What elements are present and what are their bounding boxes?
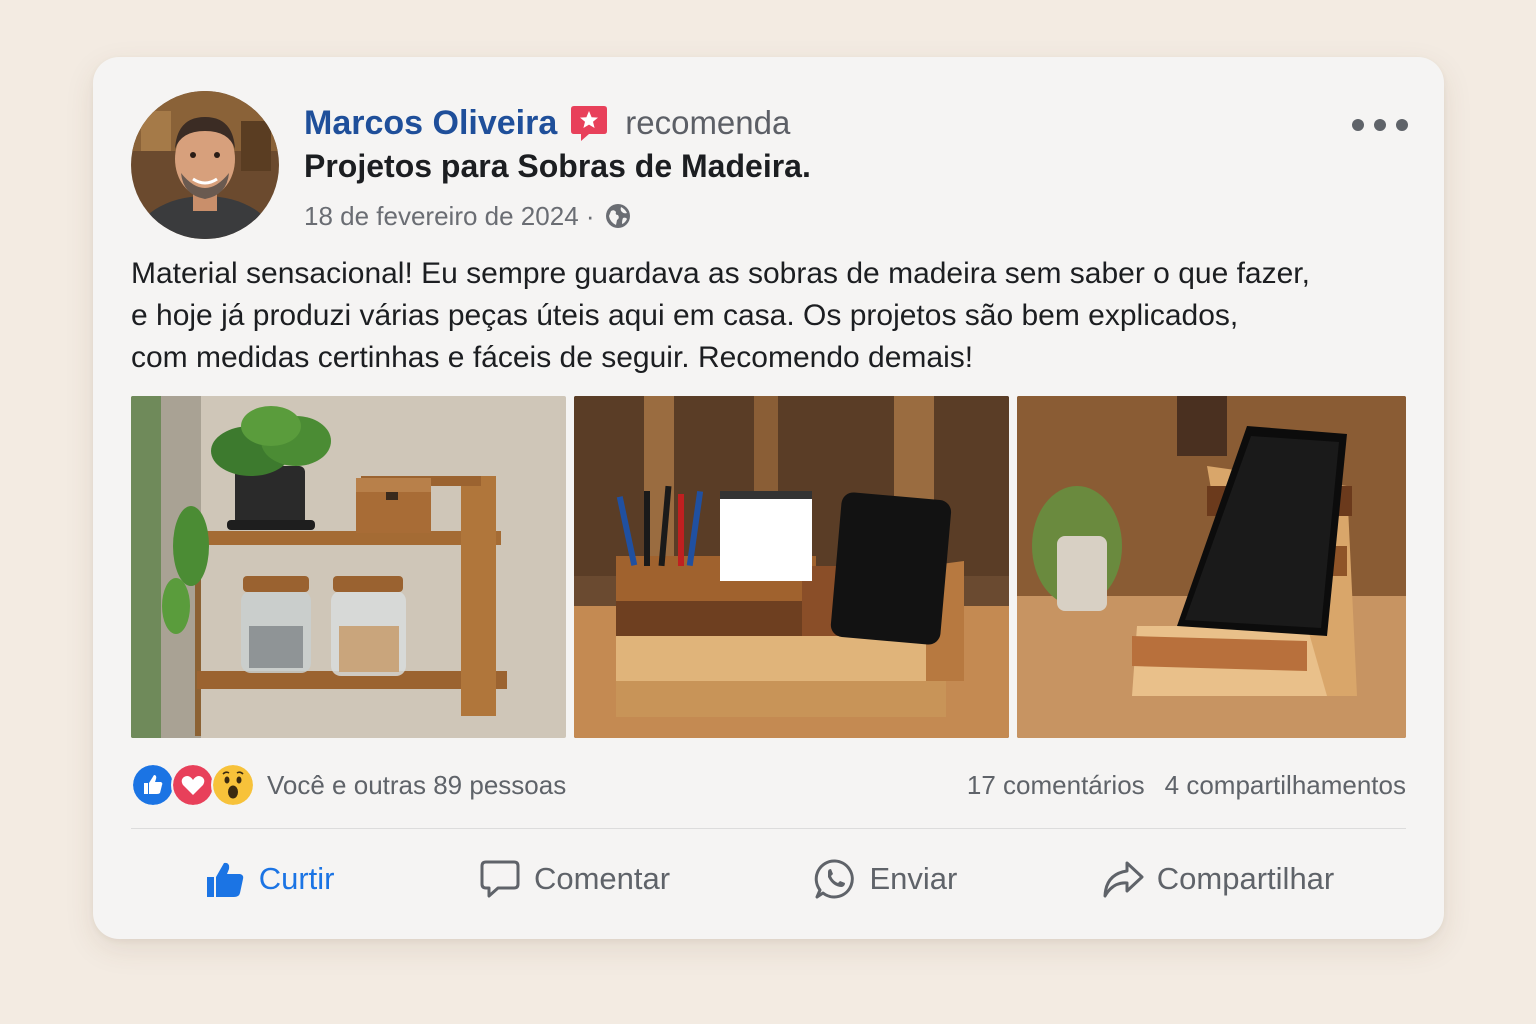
post-card: Marcos Oliveira recomenda Projetos para … (93, 57, 1444, 939)
desk-organizer-photo[interactable] (574, 396, 1009, 738)
post-meta: 18 de fevereiro de 2024 · (304, 198, 631, 234)
share-button[interactable]: Compartilhar (1101, 857, 1334, 901)
reaction-count[interactable]: Você e outras 89 pessoas (267, 770, 566, 801)
recommendation-badge-icon (569, 103, 609, 143)
thumbs-up-icon (203, 857, 247, 901)
reactions-summary: Você e outras 89 pessoas 17 comentários … (131, 761, 1406, 809)
whatsapp-icon (813, 857, 857, 901)
shares-count[interactable]: 4 compartilhamentos (1165, 770, 1406, 801)
phone-stand-photo[interactable] (1017, 396, 1406, 738)
comment-bubble-icon (478, 857, 522, 901)
author-name[interactable]: Marcos Oliveira (304, 104, 557, 143)
like-button[interactable]: Curtir (203, 857, 335, 901)
send-label: Enviar (869, 861, 958, 896)
share-arrow-icon (1101, 857, 1145, 901)
avatar[interactable] (131, 91, 279, 239)
like-icon (131, 763, 175, 807)
post-date[interactable]: 18 de fevereiro de 2024 · (304, 201, 595, 232)
post-body-line: e hoje já produzi várias peças úteis aqu… (131, 299, 1239, 332)
like-label: Curtir (258, 861, 335, 896)
reaction-icons[interactable] (131, 763, 255, 807)
dot-icon (1396, 119, 1408, 131)
post-stats: 17 comentários 4 compartilhamentos (967, 770, 1406, 801)
send-button[interactable]: Enviar (813, 857, 957, 901)
wow-icon (211, 763, 255, 807)
wall-shelf-photo[interactable] (131, 396, 566, 738)
dot-icon (1374, 119, 1386, 131)
post-body-line: Material sensacional! Eu sempre guardava… (131, 257, 1310, 290)
post-body: Material sensacional! Eu sempre guardava… (131, 253, 1421, 379)
page-title[interactable]: Projetos para Sobras de Madeira. (304, 148, 811, 185)
comment-button[interactable]: Comentar (478, 857, 670, 901)
love-icon (171, 763, 215, 807)
dot-icon (1352, 119, 1364, 131)
post-header: Marcos Oliveira recomenda (304, 101, 790, 145)
recommends-text: recomenda (625, 104, 791, 141)
more-options-button[interactable] (1352, 111, 1408, 139)
post-body-line: com medidas certinhas e fáceis de seguir… (131, 341, 974, 374)
comment-label: Comentar (533, 861, 671, 896)
share-label: Compartilhar (1156, 861, 1335, 896)
globe-icon (605, 203, 631, 229)
post-actions: Curtir Comentar Enviar Compartilhar (131, 847, 1406, 911)
divider (131, 828, 1406, 829)
comments-count[interactable]: 17 comentários (967, 770, 1145, 801)
